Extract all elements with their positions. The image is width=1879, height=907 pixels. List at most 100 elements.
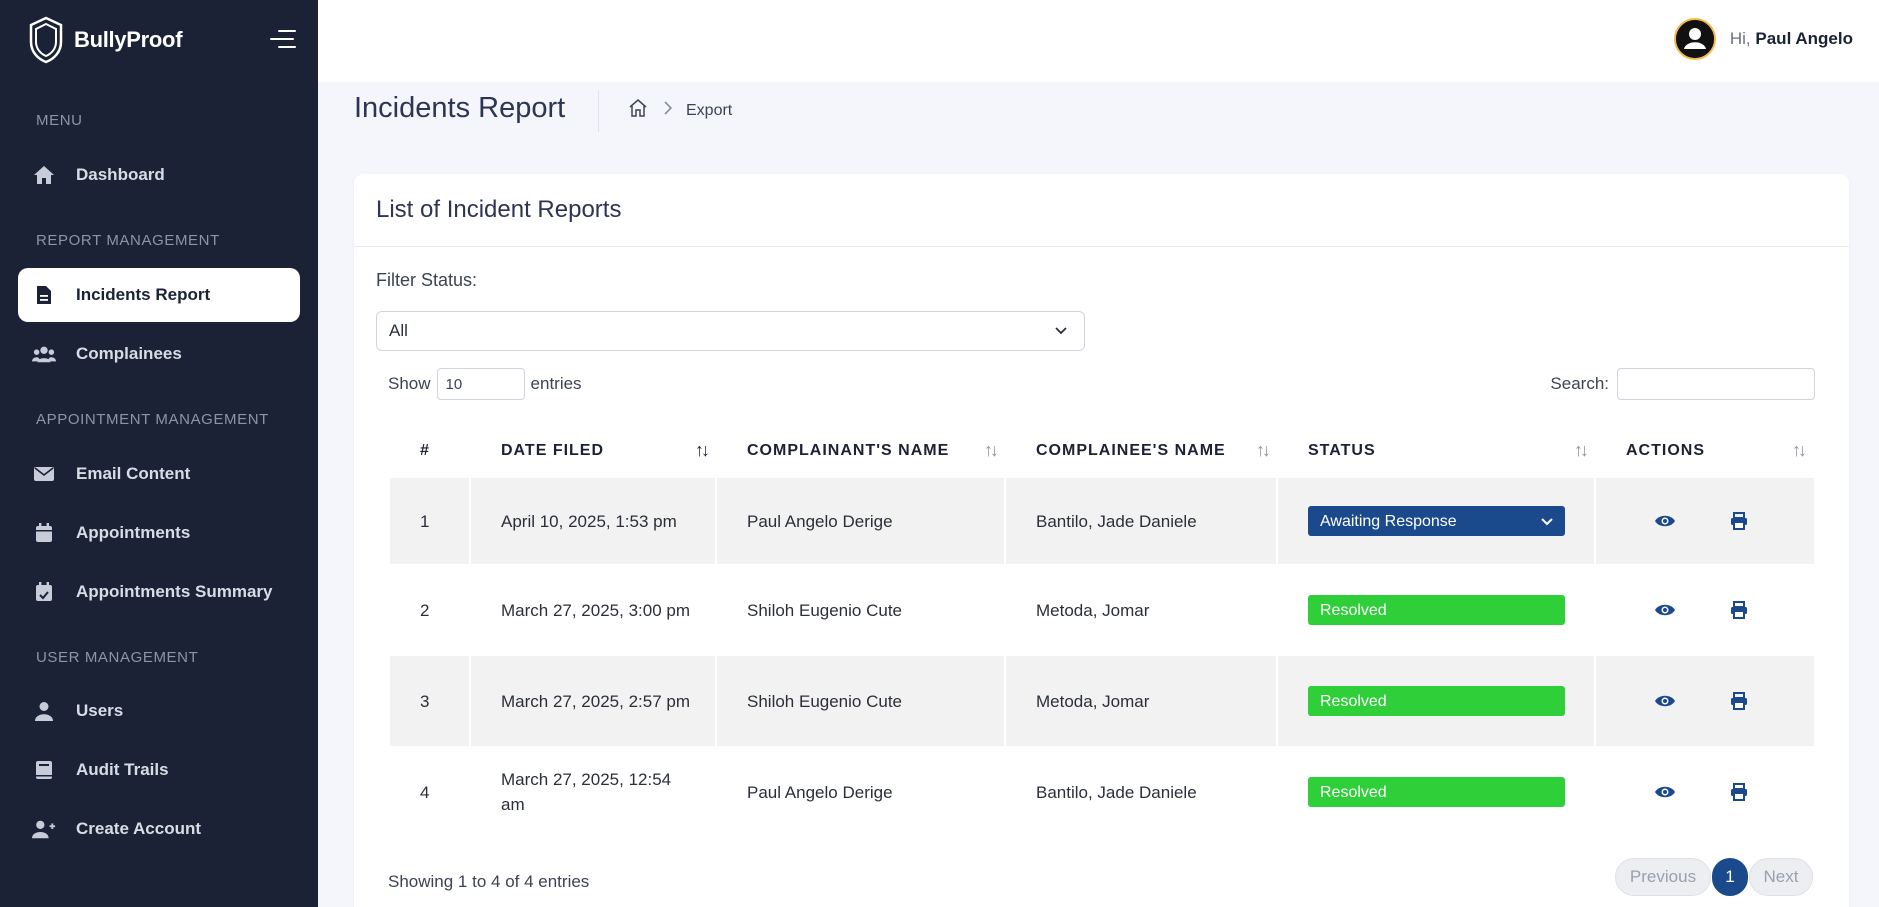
- column-header-number[interactable]: #: [390, 442, 471, 460]
- chevron-right-icon: [664, 101, 673, 120]
- table-row: 3 March 27, 2025, 2:57 pm Shiloh Eugenio…: [390, 656, 1814, 746]
- breadcrumb: Export: [628, 98, 732, 123]
- cell-number: 1: [390, 478, 471, 564]
- filter-status-label: Filter Status:: [376, 270, 478, 290]
- shield-logo-icon: [29, 16, 63, 64]
- sort-icon: ↑↓: [695, 440, 710, 460]
- cell-number: 3: [390, 656, 471, 746]
- column-label: COMPLAINANT'S NAME: [747, 442, 950, 459]
- cell-actions: [1596, 564, 1814, 656]
- status-value: Awaiting Response: [1320, 512, 1457, 530]
- sidebar-item-users[interactable]: Users: [18, 684, 300, 738]
- sidebar-item-label: Users: [76, 701, 124, 720]
- column-header-date-filed[interactable]: DATE FILED ↑↓: [471, 440, 717, 460]
- menu-toggle-icon[interactable]: [270, 30, 296, 52]
- breadcrumb-current: Export: [686, 101, 733, 119]
- status-select[interactable]: Awaiting Response: [1308, 506, 1565, 536]
- cell-status: Awaiting Response: [1278, 478, 1596, 564]
- sidebar-item-label: Appointments Summary: [76, 582, 273, 601]
- table-header: # DATE FILED ↑↓ COMPLAINANT'S NAME ↑↓ COMP…: [390, 424, 1814, 478]
- section-label-menu: MENU: [36, 112, 83, 129]
- view-eye-icon[interactable]: [1650, 506, 1680, 536]
- section-label-appointment-management: APPOINTMENT MANAGEMENT: [36, 411, 269, 428]
- sidebar-item-label: Complainees: [76, 344, 182, 363]
- sidebar-item-label: Dashboard: [76, 165, 165, 184]
- brand[interactable]: BullyProof: [28, 16, 183, 64]
- column-header-complainee[interactable]: COMPLAINEE'S NAME ↑↓: [1006, 440, 1278, 460]
- user-greeting: Hi, Paul Angelo: [1730, 29, 1853, 49]
- user-plus-icon: [32, 817, 56, 841]
- avatar[interactable]: [1673, 18, 1716, 60]
- document-icon: [32, 283, 56, 307]
- table-row: 1 April 10, 2025, 1:53 pm Paul Angelo De…: [390, 478, 1814, 564]
- cell-status: Resolved: [1278, 746, 1596, 838]
- sort-icon: ↑↓: [984, 440, 999, 460]
- sidebar-item-label: Incidents Report: [76, 285, 211, 304]
- previous-button[interactable]: Previous: [1615, 858, 1711, 896]
- user-menu[interactable]: Hi, Paul Angelo: [1673, 18, 1853, 60]
- cell-complainee: Bantilo, Jade Daniele: [1006, 478, 1278, 564]
- sidebar-item-audit-trails[interactable]: Audit Trails: [18, 743, 300, 797]
- sort-icon: ↑↓: [1574, 440, 1589, 460]
- entries-label: entries: [530, 374, 582, 393]
- cell-complainant: Paul Angelo Derige: [717, 478, 1006, 564]
- calendar-check-icon: [32, 580, 56, 604]
- entries-per-page-input[interactable]: 10: [436, 368, 525, 400]
- sidebar-item-complainees[interactable]: Complainees: [18, 327, 300, 381]
- status-badge[interactable]: Resolved: [1308, 595, 1565, 625]
- page-button[interactable]: 1: [1712, 858, 1748, 896]
- pagination: Previous 1 Next: [1615, 858, 1813, 896]
- column-header-status[interactable]: STATUS ↑↓: [1278, 440, 1596, 460]
- view-eye-icon[interactable]: [1650, 595, 1680, 625]
- sidebar-item-email-content[interactable]: Email Content: [18, 447, 300, 501]
- search-row: Search:: [1550, 368, 1815, 400]
- sort-icon: ↑↓: [1256, 440, 1271, 460]
- print-icon[interactable]: [1724, 506, 1754, 536]
- users-icon: [32, 342, 56, 366]
- cell-actions: [1596, 746, 1814, 838]
- view-eye-icon[interactable]: [1650, 777, 1680, 807]
- column-label: #: [420, 442, 430, 459]
- search-input[interactable]: [1617, 368, 1815, 400]
- show-label: Show: [388, 374, 431, 393]
- filter-status-value: All: [389, 321, 408, 340]
- book-icon: [32, 758, 56, 782]
- brand-name: BullyProof: [74, 27, 183, 52]
- next-button[interactable]: Next: [1749, 858, 1813, 896]
- home-icon[interactable]: [628, 98, 648, 123]
- cell-actions: [1596, 656, 1814, 746]
- column-header-complainant[interactable]: COMPLAINANT'S NAME ↑↓: [717, 440, 1006, 460]
- cell-date-filed: April 10, 2025, 1:53 pm: [471, 478, 717, 564]
- print-icon[interactable]: [1724, 777, 1754, 807]
- print-icon[interactable]: [1724, 595, 1754, 625]
- title-divider: [598, 90, 599, 132]
- filter-status-select[interactable]: All: [376, 311, 1085, 351]
- column-label: COMPLAINEE'S NAME: [1036, 442, 1226, 459]
- cell-number: 4: [390, 746, 471, 838]
- cell-complainant: Shiloh Eugenio Cute: [717, 564, 1006, 656]
- status-badge[interactable]: Resolved: [1308, 777, 1565, 807]
- column-label: ACTIONS: [1626, 442, 1705, 459]
- cell-complainee: Metoda, Jomar: [1006, 656, 1278, 746]
- sidebar: BullyProof MENU Dashboard REPORT MANAGEM…: [0, 0, 318, 907]
- status-badge[interactable]: Resolved: [1308, 686, 1565, 716]
- cell-number: 2: [390, 564, 471, 656]
- cell-actions: [1596, 478, 1814, 564]
- view-eye-icon[interactable]: [1650, 686, 1680, 716]
- cell-complainee: Bantilo, Jade Daniele: [1006, 746, 1278, 838]
- sidebar-item-incidents-report[interactable]: Incidents Report: [18, 268, 300, 322]
- sidebar-item-appointments[interactable]: Appointments: [18, 506, 300, 560]
- print-icon[interactable]: [1724, 686, 1754, 716]
- column-label: STATUS: [1308, 442, 1376, 459]
- sidebar-item-label: Audit Trails: [76, 760, 169, 779]
- cell-status: Resolved: [1278, 564, 1596, 656]
- cell-date-filed: March 27, 2025, 12:54 am: [471, 746, 717, 838]
- chevron-down-icon: [1054, 323, 1068, 343]
- envelope-icon: [32, 462, 56, 486]
- greeting-text: Hi,: [1729, 29, 1751, 48]
- sidebar-item-appointments-summary[interactable]: Appointments Summary: [18, 565, 300, 619]
- sidebar-item-create-account[interactable]: Create Account: [18, 802, 300, 856]
- table-row: 2 March 27, 2025, 3:00 pm Shiloh Eugenio…: [390, 564, 1814, 656]
- sidebar-item-dashboard[interactable]: Dashboard: [18, 148, 300, 202]
- column-header-actions[interactable]: ACTIONS ↑↓: [1596, 440, 1814, 460]
